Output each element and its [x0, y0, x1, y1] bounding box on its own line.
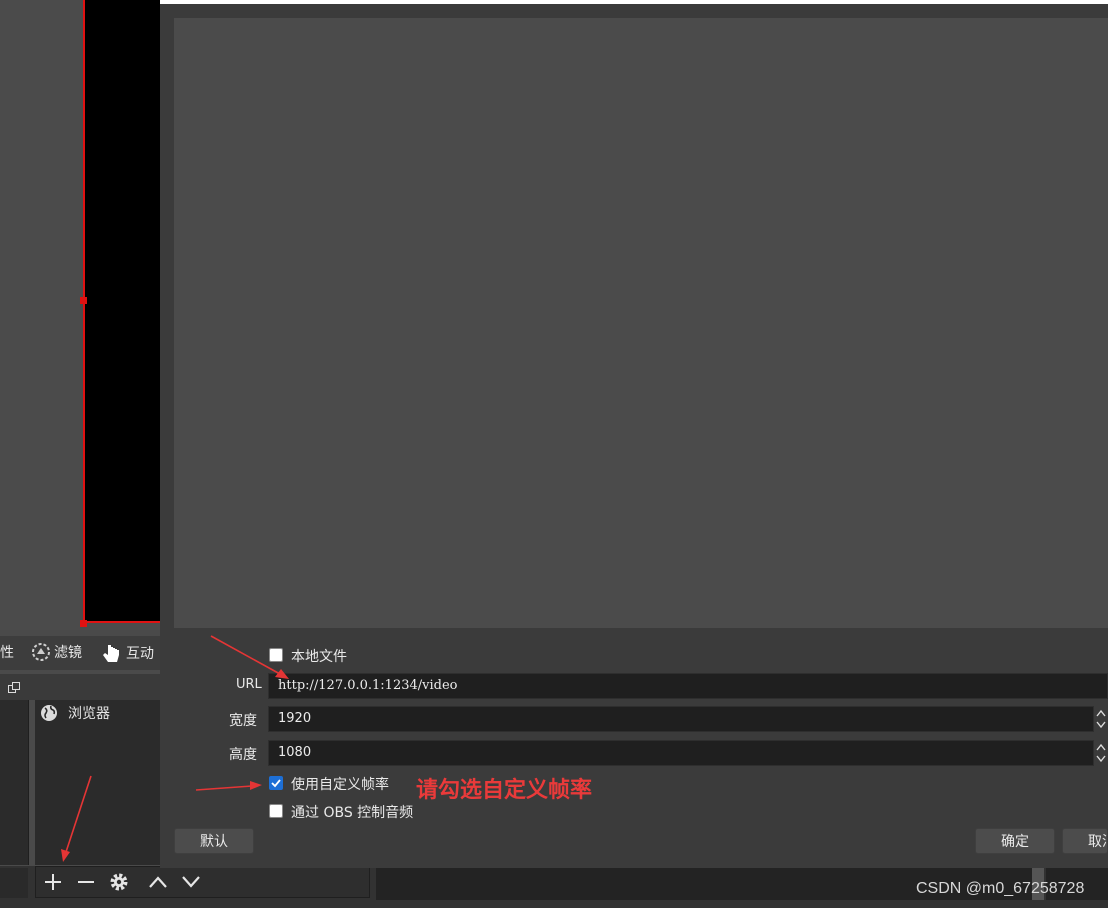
checkmark-icon — [271, 779, 281, 788]
watermark: CSDN @m0_67258728 — [916, 880, 1085, 897]
preview-canvas[interactable] — [83, 0, 160, 623]
url-input[interactable]: http://127.0.0.1:1234/video — [268, 673, 1108, 699]
width-input[interactable]: 1920 — [268, 706, 1094, 732]
source-toolbar: 性 滤镜 互动 — [0, 636, 160, 670]
custom-fps-checkbox[interactable] — [269, 776, 283, 790]
scenes-controls — [0, 868, 28, 898]
cancel-button[interactable]: 取消 — [1062, 828, 1108, 854]
stepper-arrows-icon — [1096, 709, 1106, 729]
local-file-checkbox[interactable] — [269, 648, 283, 662]
undock-icon[interactable] — [8, 682, 20, 693]
stepper-arrows-icon — [1096, 743, 1106, 763]
height-stepper[interactable] — [1094, 740, 1108, 766]
sources-controls — [35, 866, 370, 898]
sources-dock-header — [35, 676, 160, 700]
local-file-label: 本地文件 — [291, 649, 347, 665]
width-stepper[interactable] — [1094, 706, 1108, 732]
properties-button[interactable]: 性 — [0, 642, 14, 662]
hand-pointer-icon — [103, 645, 119, 662]
custom-fps-label: 使用自定义帧率 — [291, 777, 389, 793]
remove-icon[interactable] — [76, 872, 96, 892]
add-icon[interactable] — [43, 872, 63, 892]
filter-icon — [32, 643, 50, 661]
source-label: 浏览器 — [68, 706, 110, 722]
obs-audio-checkbox[interactable] — [269, 804, 283, 818]
obs-audio-label: 通过 OBS 控制音频 — [291, 805, 414, 821]
scenes-list[interactable] — [0, 700, 29, 865]
globe-icon — [41, 705, 57, 721]
sources-list[interactable]: 浏览器 — [35, 700, 160, 865]
cancel-label: 取消 — [1088, 834, 1107, 850]
interact-button[interactable]: 互动 — [101, 642, 154, 664]
defaults-button[interactable]: 默认 — [174, 828, 254, 854]
interact-label: 互动 — [126, 646, 154, 662]
dialog-preview — [174, 18, 1108, 628]
height-input[interactable]: 1080 — [268, 740, 1094, 766]
gear-icon[interactable] — [108, 871, 130, 893]
height-label: 高度 — [229, 747, 257, 763]
resize-handle[interactable] — [80, 297, 87, 304]
resize-handle[interactable] — [80, 620, 87, 627]
filters-button[interactable]: 滤镜 — [31, 642, 82, 662]
ok-button[interactable]: 确定 — [975, 828, 1055, 854]
annotation-text: 请勾选自定义帧率 — [416, 778, 593, 803]
url-label: URL — [236, 677, 262, 692]
list-item[interactable]: 浏览器 — [35, 702, 160, 724]
chevron-down-icon[interactable] — [180, 872, 202, 892]
dialog-title-edge — [160, 0, 1108, 4]
filters-label: 滤镜 — [54, 645, 82, 661]
width-label: 宽度 — [229, 713, 257, 729]
chevron-up-icon[interactable] — [147, 872, 169, 892]
properties-label: 性 — [0, 645, 14, 661]
